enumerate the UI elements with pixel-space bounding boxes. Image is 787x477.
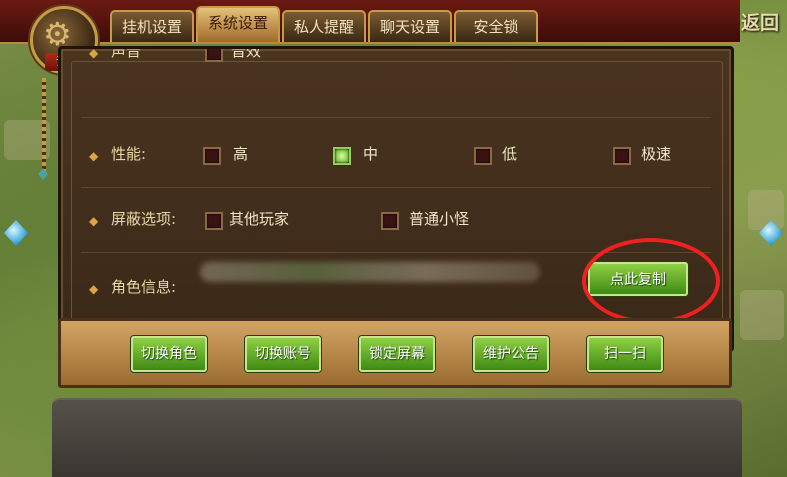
performance-row: ◆ 性能: 高 中 低 极速 (81, 134, 711, 174)
left-arrow-icon (4, 220, 28, 246)
copy-button[interactable]: 点此复制 (588, 262, 688, 296)
shield-label: 屏蔽选项: (111, 210, 177, 228)
bullet-icon: ◆ (89, 214, 99, 228)
sound-effect-checkbox[interactable] (205, 49, 223, 62)
maintenance-notice-button[interactable]: 维护公告 (473, 336, 549, 372)
bullet-icon: ◆ (89, 149, 99, 163)
tab-auto-settings[interactable]: 挂机设置 (110, 10, 194, 42)
role-info-value-blurred (200, 262, 540, 282)
tab-chat-settings[interactable]: 聊天设置 (368, 10, 452, 42)
hide-monsters-label: 普通小怪 (409, 210, 470, 228)
hide-monsters-checkbox[interactable] (381, 212, 399, 230)
perf-low-checkbox[interactable] (474, 147, 492, 165)
tab-security-lock[interactable]: 安全锁 (454, 10, 538, 42)
footer-panel (52, 398, 742, 477)
sound-effect-label: 音效 (231, 46, 262, 60)
role-info-label: 角色信息: (111, 278, 177, 296)
perf-medium-checkbox[interactable] (333, 147, 351, 165)
hide-players-checkbox[interactable] (205, 212, 223, 230)
sound-label: 声音 (111, 46, 142, 60)
divider (81, 252, 711, 253)
perf-low-label: 低 (502, 145, 518, 163)
perf-turbo-checkbox[interactable] (613, 147, 631, 165)
perf-high-checkbox[interactable] (203, 147, 221, 165)
bullet-icon: ◆ (89, 46, 99, 60)
back-button[interactable]: 返回 (741, 6, 787, 40)
next-page-arrow[interactable] (755, 216, 785, 252)
perf-medium-label: 中 (363, 145, 379, 163)
hide-players-label: 其他玩家 (229, 210, 290, 228)
settings-panel: ◆ 声音 音效 ◆ 性能: 高 中 低 极速 ◆ 屏蔽选项: 其他玩家 普通小怪… (58, 46, 734, 352)
right-arrow-icon (759, 220, 783, 246)
performance-label: 性能: (111, 145, 147, 163)
chain-decoration (42, 78, 46, 174)
tab-bar: 挂机设置 系统设置 私人提醒 聊天设置 安全锁 (0, 0, 740, 44)
sound-row: ◆ 声音 音效 (81, 46, 711, 71)
perf-high-label: 高 (233, 145, 249, 163)
scan-button[interactable]: 扫一扫 (587, 336, 663, 372)
divider (81, 117, 711, 118)
background-tile (740, 290, 784, 340)
lock-screen-button[interactable]: 锁定屏幕 (359, 336, 435, 372)
bullet-icon: ◆ (89, 282, 99, 296)
perf-turbo-label: 极速 (641, 145, 672, 163)
divider (81, 187, 711, 188)
switch-account-button[interactable]: 切换账号 (245, 336, 321, 372)
gem-icon (38, 168, 48, 180)
tab-system-settings[interactable]: 系统设置 (196, 6, 280, 42)
switch-role-button[interactable]: 切换角色 (131, 336, 207, 372)
shield-row: ◆ 屏蔽选项: 其他玩家 普通小怪 (81, 199, 711, 239)
prev-page-arrow[interactable] (0, 216, 30, 252)
tab-private-reminder[interactable]: 私人提醒 (282, 10, 366, 42)
